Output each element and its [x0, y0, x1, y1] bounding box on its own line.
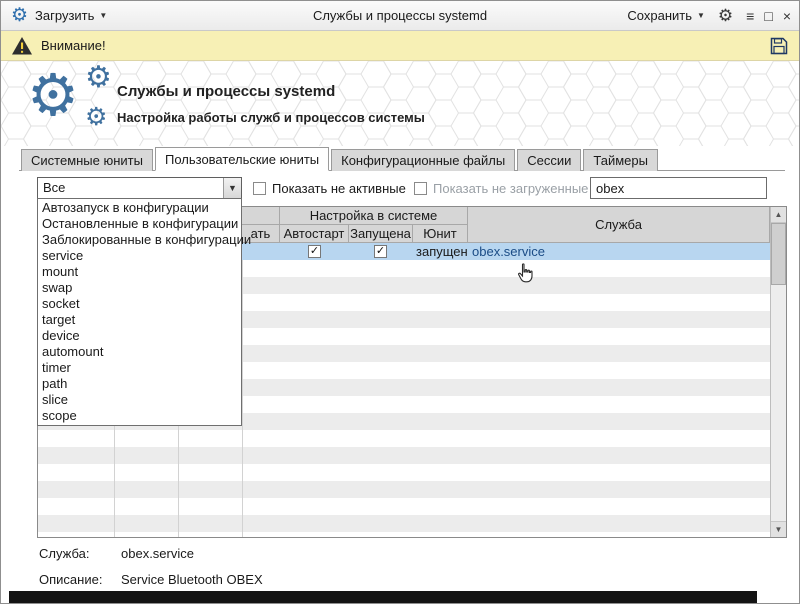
vertical-scrollbar: ▲ ▼ — [770, 207, 786, 537]
title-bar: ⚙ Загрузить ▼ Службы и процессы systemd … — [1, 1, 799, 31]
service-link[interactable]: obex.service — [472, 243, 545, 260]
tab[interactable]: Сессии — [517, 149, 582, 171]
dropdown-option[interactable]: swap — [38, 280, 241, 296]
tab-label: Конфигурационные файлы — [341, 153, 506, 168]
page-title: Службы и процессы systemd — [117, 83, 336, 100]
window-button[interactable]: × — [783, 8, 791, 24]
tab[interactable]: Пользовательские юниты — [154, 147, 330, 171]
autostart-checkbox[interactable]: ✓ — [308, 245, 321, 258]
chevron-down-icon: ▼ — [99, 11, 108, 20]
show-inactive-label: Показать не активные — [272, 181, 406, 196]
warning-triangle-icon — [12, 36, 32, 54]
scroll-up-button[interactable]: ▲ — [771, 207, 786, 223]
unit-type-combobox[interactable]: Все ▼ — [37, 177, 242, 199]
warning-text: Внимание! — [41, 38, 106, 53]
combobox-value: Все — [43, 180, 66, 195]
dropdown-option[interactable]: service — [38, 248, 241, 264]
dropdown-option[interactable]: device — [38, 328, 241, 344]
tab-label: Системные юниты — [31, 153, 143, 168]
chevron-down-icon: ▼ — [697, 11, 705, 20]
tab[interactable]: Таймеры — [583, 149, 658, 171]
dropdown-option[interactable]: slice — [38, 392, 241, 408]
header-col-running: Запущена — [349, 225, 413, 243]
tab[interactable]: Конфигурационные файлы — [331, 149, 516, 171]
dropdown-option[interactable]: timer — [38, 360, 241, 376]
save-floppy-icon[interactable] — [769, 36, 789, 56]
show-unloaded-checkbox[interactable] — [414, 182, 427, 195]
header-group-system: Настройка в системе — [280, 207, 468, 225]
header-col-autostart: Автостарт — [280, 225, 349, 243]
show-unloaded-checkbox-row[interactable]: Показать не загруженные — [414, 181, 588, 196]
tab-label: Таймеры — [593, 153, 648, 168]
tab-label: Сессии — [527, 153, 572, 168]
load-menu-label: Загрузить — [35, 8, 95, 23]
chevron-down-icon: ▼ — [228, 183, 237, 193]
dropdown-option[interactable]: path — [38, 376, 241, 392]
detail-description-value: Service Bluetooth OBEX — [121, 572, 263, 587]
scrollbar-thumb[interactable] — [771, 223, 786, 285]
table-gridline — [242, 243, 243, 537]
dropdown-option[interactable]: mount — [38, 264, 241, 280]
unit-type-dropdown-list: Автозапуск в конфигурации Остановленные … — [37, 198, 251, 426]
scroll-down-button[interactable]: ▼ — [771, 521, 786, 537]
app-window: ⚙ Загрузить ▼ Службы и процессы systemd … — [0, 0, 800, 604]
show-inactive-checkbox-row[interactable]: Показать не активные — [253, 181, 406, 196]
warning-bar: Внимание! — [1, 31, 799, 61]
window-controls: ≡ □ × — [746, 8, 791, 24]
tab-bar: Системные юниты Пользовательские юниты К… — [19, 147, 785, 171]
dropdown-option[interactable]: target — [38, 312, 241, 328]
dropdown-option[interactable]: Автозапуск в конфигурации — [38, 200, 241, 216]
tab-label: Пользовательские юниты — [164, 152, 320, 167]
tab[interactable]: Системные юниты — [21, 149, 153, 171]
cursor-hand-icon — [517, 263, 534, 286]
dropdown-option[interactable]: scope — [38, 408, 241, 424]
dropdown-option[interactable]: Заблокированные в конфигурации — [38, 232, 251, 248]
page-subtitle: Настройка работы служб и процессов систе… — [117, 110, 425, 125]
dropdown-option[interactable]: socket — [38, 296, 241, 312]
detail-description-label: Описание: — [39, 572, 103, 587]
detail-service-label: Служба: — [39, 546, 90, 561]
header-col-service: Служба — [468, 207, 770, 243]
hero-gear-icon: ⚙ — [27, 63, 79, 128]
hero-header: ⚙ ⚙ ⚙ Службы и процессы systemd Настройк… — [1, 61, 799, 146]
hexagon-pattern — [1, 61, 799, 146]
hero-gear-icon: ⚙ — [85, 103, 108, 131]
hero-gear-icon: ⚙ — [85, 61, 112, 94]
save-menu-label: Сохранить — [627, 8, 692, 23]
app-gear-icon: ⚙ — [11, 5, 29, 26]
window-button[interactable]: ≡ — [746, 8, 754, 24]
running-checkbox[interactable]: ✓ — [374, 245, 387, 258]
settings-gear-button[interactable]: ⚙ — [718, 7, 733, 24]
combobox-dropdown-button[interactable]: ▼ — [223, 178, 241, 198]
save-menu-button[interactable]: Сохранить ▼ — [627, 8, 705, 23]
bottom-dark-strip — [9, 591, 757, 603]
show-inactive-checkbox[interactable] — [253, 182, 266, 195]
header-col-unit: Юнит — [413, 225, 468, 243]
unit-state-cell: запущен — [416, 244, 468, 259]
show-unloaded-label: Показать не загруженные — [433, 181, 589, 196]
detail-service-value: obex.service — [121, 546, 194, 561]
search-input[interactable] — [590, 177, 767, 199]
load-menu-button[interactable]: Загрузить ▼ — [35, 8, 107, 23]
dropdown-option[interactable]: Остановленные в конфигурации — [38, 216, 241, 232]
dropdown-option[interactable]: automount — [38, 344, 241, 360]
window-button[interactable]: □ — [764, 8, 772, 24]
